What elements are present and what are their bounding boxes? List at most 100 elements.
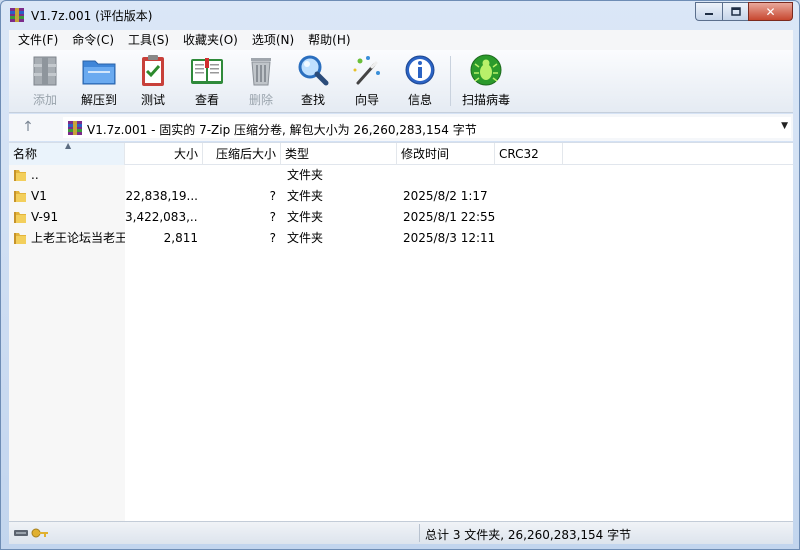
folder-icon [14, 191, 26, 202]
menu-file[interactable]: 文件(F) [11, 30, 65, 50]
delete-button[interactable]: 删除 [234, 53, 288, 111]
list-item[interactable]: .. 文件夹 [9, 165, 793, 185]
file-type: 文件夹 [287, 168, 324, 182]
view-label: 查看 [194, 93, 219, 107]
toolbar: 添加 解压到 测试 查看 删除 查找 向导 信息 扫描病毒 [9, 50, 793, 113]
file-name: 上老王论坛当老王 [31, 231, 125, 245]
file-size: 22,838,19... [125, 189, 198, 203]
extract-button[interactable]: 解压到 [72, 53, 126, 111]
menu-tools[interactable]: 工具(S) [121, 30, 176, 50]
file-name: V1 [31, 189, 47, 203]
test-button[interactable]: 测试 [126, 53, 180, 111]
drive-key-icon [14, 528, 48, 538]
maximize-icon [730, 7, 741, 16]
menu-help[interactable]: 帮助(H) [301, 30, 357, 50]
file-size: 2,811 [163, 231, 198, 245]
column-header-type[interactable]: 类型 [281, 143, 397, 165]
file-packed-size: ? [269, 189, 276, 203]
column-header-modified[interactable]: 修改时间 [397, 143, 495, 165]
file-size [125, 165, 198, 185]
column-header-size[interactable]: 大小 [125, 143, 203, 165]
wizard-wand-icon [353, 56, 380, 85]
menu-commands[interactable]: 命令(C) [65, 30, 121, 50]
file-packed-size [203, 165, 276, 185]
file-type: 文件夹 [287, 231, 324, 245]
chevron-down-icon[interactable]: ▼ [781, 121, 788, 131]
file-modified [403, 165, 501, 185]
wizard-button[interactable]: 向导 [340, 53, 394, 111]
view-button[interactable]: 查看 [180, 53, 234, 111]
virus-scan-bug-icon [470, 54, 502, 86]
find-magnifier-icon [298, 55, 329, 86]
window-title: V1.7z.001 (评估版本) [31, 9, 153, 23]
extract-folder-icon [82, 60, 116, 85]
address-bar: ↑ V1.7z.001 - 固实的 7-Zip 压缩分卷, 解包大小为 26,2… [9, 114, 793, 141]
add-button[interactable]: 添加 [18, 53, 72, 111]
list-item[interactable]: V-91 3,422,083,... ? 文件夹 2025/8/1 22:55 [9, 207, 793, 227]
close-icon: ✕ [765, 4, 776, 19]
status-bar: 总计 3 文件夹, 26,260,283,154 字节 [9, 521, 793, 544]
winrar-app-icon [10, 8, 24, 22]
column-header-name[interactable]: ▲ 名称 [9, 141, 125, 165]
file-modified: 2025/8/3 12:11 [403, 231, 496, 245]
folder-icon [14, 170, 26, 181]
trash-icon [251, 58, 271, 86]
archive-path-text: V1.7z.001 - 固实的 7-Zip 压缩分卷, 解包大小为 26,260… [87, 123, 477, 137]
scan-virus-button[interactable]: 扫描病毒 [456, 53, 516, 111]
sort-ascending-icon: ▲ [65, 141, 72, 150]
close-button[interactable]: ✕ [748, 2, 793, 21]
minimize-icon [705, 12, 713, 15]
find-button[interactable]: 查找 [286, 53, 340, 111]
column-header-size-label: 大小 [173, 147, 198, 161]
info-label: 信息 [407, 93, 432, 107]
column-header-modified-label: 修改时间 [401, 147, 450, 161]
up-one-level-button[interactable]: ↑ [19, 119, 37, 135]
column-header-packed[interactable]: 压缩后大小 [203, 143, 281, 165]
file-size: 3,422,083,... [125, 210, 198, 224]
menu-options[interactable]: 选项(N) [245, 30, 301, 50]
minimize-button[interactable] [695, 2, 722, 21]
view-book-icon [191, 58, 223, 84]
arrow-up-icon: ↑ [22, 119, 34, 135]
file-list[interactable]: ▲ 名称 大小 压缩后大小 类型 修改时间 CRC32 .. 文件夹 V1 22… [9, 141, 793, 522]
info-button[interactable]: 信息 [393, 53, 447, 111]
info-icon [405, 55, 435, 85]
column-header-type-label: 类型 [285, 147, 310, 161]
scan-virus-label: 扫描病毒 [461, 93, 510, 107]
file-packed-size: ? [269, 210, 276, 224]
folder-icon [14, 233, 26, 244]
add-label: 添加 [32, 93, 57, 107]
add-archive-icon [33, 56, 57, 86]
find-label: 查找 [300, 93, 325, 107]
wizard-label: 向导 [354, 93, 379, 107]
test-clipboard-icon [142, 55, 164, 86]
toolbar-separator [450, 56, 451, 106]
extract-label: 解压到 [80, 93, 117, 107]
test-label: 测试 [140, 93, 165, 107]
folder-icon [14, 212, 26, 223]
file-name: V-91 [31, 210, 59, 224]
file-type: 文件夹 [287, 189, 324, 203]
maximize-button[interactable] [722, 2, 748, 21]
file-name: .. [31, 168, 39, 182]
title-bar[interactable]: V1.7z.001 (评估版本) ✕ [1, 1, 799, 29]
file-type: 文件夹 [287, 210, 324, 224]
delete-label: 删除 [248, 93, 273, 107]
winrar-window: V1.7z.001 (评估版本) ✕ 文件(F) 命令(C) 工具(S) 收藏夹… [0, 0, 800, 550]
status-summary: 总计 3 文件夹, 26,260,283,154 字节 [425, 528, 632, 542]
column-header-crc32[interactable]: CRC32 [495, 143, 563, 165]
column-header-crc32-label: CRC32 [499, 147, 539, 161]
menu-favorites[interactable]: 收藏夹(O) [176, 30, 245, 50]
menu-bar: 文件(F) 命令(C) 工具(S) 收藏夹(O) 选项(N) 帮助(H) [9, 30, 793, 50]
column-header-name-label: 名称 [13, 147, 38, 161]
window-controls: ✕ [695, 2, 793, 21]
status-divider [419, 524, 420, 542]
list-item[interactable]: 上老王论坛当老王 2,811 ? 文件夹 2025/8/3 12:11 [9, 228, 793, 248]
file-modified: 2025/8/2 1:17 [403, 189, 488, 203]
path-combobox[interactable]: V1.7z.001 - 固实的 7-Zip 压缩分卷, 解包大小为 26,260… [63, 117, 791, 138]
list-header: ▲ 名称 大小 压缩后大小 类型 修改时间 CRC32 [9, 141, 793, 165]
winrar-archive-icon [68, 121, 82, 135]
list-item[interactable]: V1 22,838,19... ? 文件夹 2025/8/2 1:17 [9, 186, 793, 206]
file-packed-size: ? [269, 231, 276, 245]
file-modified: 2025/8/1 22:55 [403, 210, 496, 224]
